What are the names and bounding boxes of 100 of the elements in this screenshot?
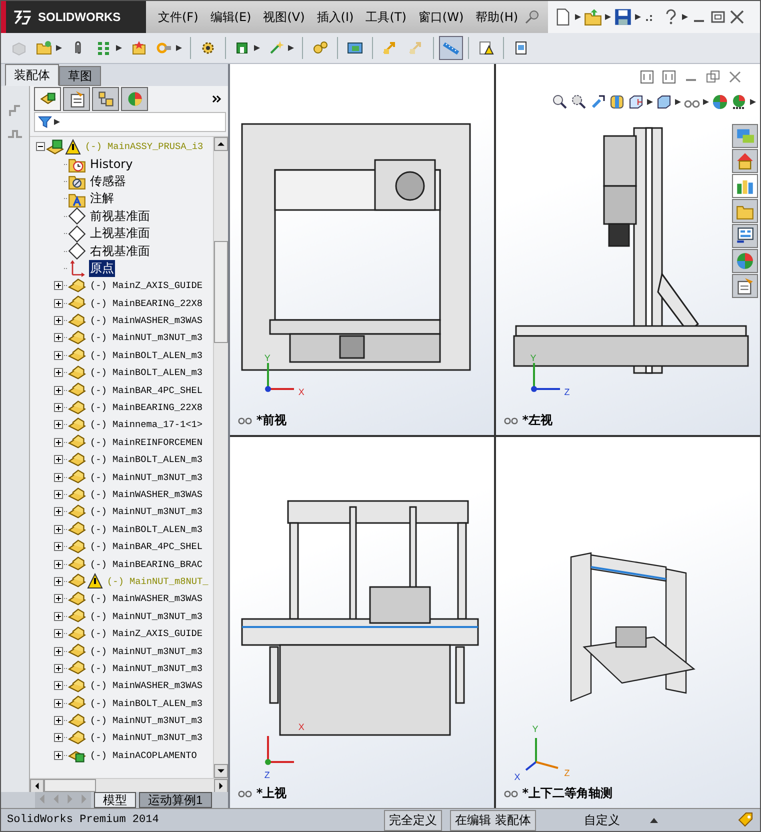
caret-icon[interactable]	[675, 99, 682, 105]
tree-item[interactable]: 传感器	[89, 172, 127, 190]
scroll-up-icon[interactable]	[214, 137, 228, 151]
tree-item[interactable]: (-) MainBOLT_ALEN_m3	[89, 367, 204, 378]
color-ball-tab[interactable]	[732, 249, 758, 273]
scroll-left-icon[interactable]	[30, 779, 44, 793]
tree-item[interactable]: (-) MainZ_AXIS_GUIDE	[89, 628, 204, 640]
menu-item[interactable]: 视图(V)	[257, 8, 311, 26]
expand-toggle-icon[interactable]	[54, 576, 63, 586]
tree-item[interactable]: (-) MainWASHER_m3WAS	[89, 489, 204, 500]
clipboard-tab[interactable]	[732, 274, 758, 298]
scroll-right-icon[interactable]	[214, 779, 228, 793]
assembly-tab[interactable]	[34, 87, 61, 111]
tree-item[interactable]: (-) MainBOLT_ALEN_m3	[89, 698, 204, 709]
expand-toggle-icon[interactable]	[54, 612, 63, 621]
section-view-icon[interactable]	[609, 94, 626, 110]
menu-item[interactable]: 编辑(E)	[204, 8, 258, 26]
tile-icon[interactable]	[640, 70, 654, 84]
expand-toggle-icon[interactable]	[54, 438, 63, 447]
expand-toggle-icon[interactable]	[54, 664, 63, 673]
bottom-tab[interactable]: 运动算例1	[139, 792, 212, 808]
close-icon[interactable]	[729, 9, 745, 25]
expand-toggle-icon[interactable]	[54, 716, 63, 726]
tree-item[interactable]: 右视基准面	[89, 242, 151, 260]
panel-tab[interactable]: 装配体	[5, 64, 59, 86]
tree-item[interactable]: (-) MainNUT_m3NUT_m3	[89, 715, 204, 726]
viewport[interactable]: Y X *前视	[230, 64, 494, 435]
bottom-tab[interactable]: 模型	[94, 792, 136, 808]
expand-toggle-icon[interactable]	[54, 681, 63, 690]
caret-icon[interactable]	[703, 99, 710, 105]
tree-item[interactable]: (-) MainWASHER_m3WAS	[89, 593, 204, 604]
tree-item[interactable]: (-) MainNUT_m3NUT_m3	[89, 732, 204, 744]
viewport[interactable]: Y X Z *上下二等角轴测	[496, 437, 760, 808]
chat-bubbles-tab[interactable]	[732, 124, 758, 148]
tree-item[interactable]: (-) MainBOLT_ALEN_m3	[89, 454, 204, 466]
tree-item[interactable]: (-) MainBOLT_ALEN_m3	[89, 350, 204, 361]
tree-item[interactable]: (-) MainNUT_m3NUT_m3	[89, 610, 204, 622]
books-tab[interactable]	[732, 174, 758, 198]
expand-toggle-icon[interactable]	[54, 420, 63, 430]
expand-toggle-icon[interactable]	[54, 733, 63, 742]
expand-toggle-icon[interactable]	[54, 646, 63, 656]
restore-icon[interactable]	[706, 70, 720, 84]
expand-toggle-icon[interactable]	[54, 350, 63, 360]
viewport[interactable]: X Z *上视	[230, 437, 494, 808]
tree-item[interactable]: (-) MainREINFORCEMEN	[89, 436, 204, 448]
ruler-button[interactable]	[439, 36, 463, 60]
tree-item[interactable]: (-) MainNUT_m3NUT_m3	[89, 506, 204, 518]
tree-item[interactable]: (-) MainZ_AXIS_GUIDE	[89, 280, 204, 292]
tree-item[interactable]: 注解	[89, 190, 115, 208]
expand-toggle-icon[interactable]	[54, 316, 63, 326]
tree-item[interactable]: (-) MainBEARING_BRAC	[89, 558, 204, 570]
expand-toggle-icon[interactable]	[54, 750, 63, 760]
view-palette-tab[interactable]	[732, 224, 758, 248]
tree-item[interactable]: (-) MainBOLT_ALEN_m3	[89, 524, 204, 535]
viewport[interactable]: Y Z *左视	[496, 64, 760, 435]
filter-field[interactable]	[34, 112, 226, 132]
tree-item[interactable]: (-) MainACOPLAMENTO	[89, 750, 198, 761]
help-icon[interactable]	[663, 9, 679, 25]
tile-icon[interactable]	[662, 70, 676, 84]
caret-icon[interactable]	[682, 14, 688, 20]
tree-item[interactable]: (-) MainBAR_4PC_SHEL	[89, 541, 204, 552]
scene-icon[interactable]	[731, 94, 748, 110]
panel-tab[interactable]: 草图	[59, 66, 101, 86]
zoom-fit-icon[interactable]	[552, 94, 568, 110]
previous-view-icon[interactable]	[590, 94, 606, 110]
tree-item[interactable]: 上视基准面	[89, 225, 151, 242]
up-arrow-icon[interactable]	[650, 817, 658, 823]
configuration-tab[interactable]	[92, 87, 119, 111]
expand-toggle-icon[interactable]	[54, 298, 63, 308]
save-icon[interactable]	[614, 8, 632, 26]
expand-toggle-icon[interactable]	[54, 490, 63, 499]
expand-toggle-icon[interactable]	[54, 629, 63, 638]
vertical-scrollbar[interactable]	[213, 137, 228, 778]
tree-item[interactable]: (-) MainWASHER_m3WAS	[89, 680, 204, 692]
display-style-icon[interactable]	[656, 94, 672, 110]
house-tab[interactable]	[732, 149, 758, 173]
expand-toggle-icon[interactable]	[54, 472, 63, 482]
tree-item[interactable]: (-) MainBEARING_22X8	[89, 402, 204, 414]
tree-item[interactable]: 前视基准面	[89, 208, 151, 225]
expand-toggle-icon[interactable]	[54, 403, 63, 412]
expand-toggle-icon[interactable]	[54, 455, 63, 464]
expand-toggle-icon[interactable]	[54, 386, 63, 395]
scroll-thumb[interactable]	[214, 241, 228, 343]
menu-item[interactable]: 工具(T)	[360, 8, 412, 26]
expand-toggle-icon[interactable]	[54, 368, 63, 378]
tree-item[interactable]: (-) Mainnema_17-1<1>	[89, 419, 204, 430]
zoom-area-icon[interactable]	[571, 94, 588, 110]
new-document-icon[interactable]	[554, 8, 572, 26]
tree-item[interactable]: (-) MainBAR_4PC_SHEL	[89, 384, 204, 396]
expand-toggle-icon[interactable]	[54, 524, 63, 534]
scroll-down-icon[interactable]	[214, 764, 228, 778]
view-orientation-icon[interactable]	[628, 94, 644, 110]
tree-item[interactable]: (-) MainWASHER_m3WAS	[89, 315, 204, 326]
caret-icon[interactable]	[647, 99, 654, 105]
menu-item[interactable]: 帮助(H)	[470, 8, 524, 26]
caret-icon[interactable]	[750, 99, 756, 105]
panel-splitter[interactable]	[228, 64, 230, 808]
expand-toggle-icon[interactable]	[54, 698, 63, 708]
expand-toggle-icon[interactable]	[54, 507, 63, 516]
expand-toggle-icon[interactable]	[54, 560, 63, 569]
